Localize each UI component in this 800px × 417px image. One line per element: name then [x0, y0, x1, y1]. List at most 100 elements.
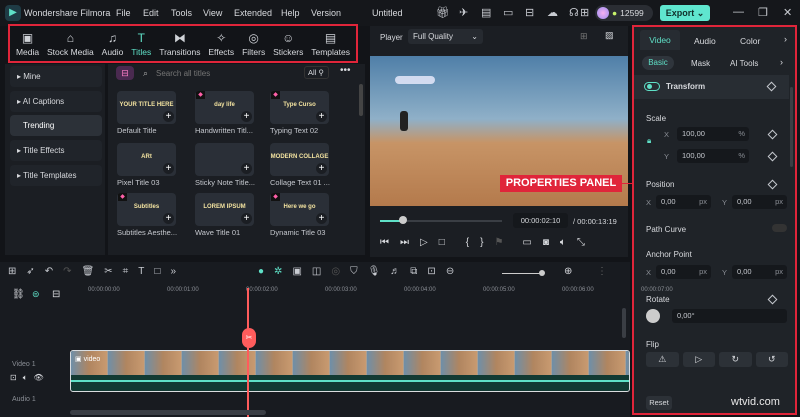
close-icon[interactable]: ✕: [783, 6, 792, 19]
flip-vertical-button[interactable]: ⚠: [646, 352, 679, 367]
track-settings-icon[interactable]: ⋮: [597, 266, 607, 277]
scrollbar[interactable]: [790, 87, 793, 167]
grid-icon[interactable]: ⊞: [580, 31, 588, 42]
shape-icon[interactable]: □: [154, 266, 160, 277]
subtab-mask[interactable]: Mask: [691, 59, 710, 68]
unlink-icon[interactable]: ⛓: [12, 289, 25, 300]
tab-video[interactable]: Video: [640, 30, 680, 50]
anchor-x-field[interactable]: 0,00 px: [656, 265, 711, 279]
display-icon[interactable]: ▭: [522, 237, 531, 248]
tab-titles[interactable]: T Titles: [131, 31, 151, 57]
title-card[interactable]: ◆ day life +: [195, 91, 254, 124]
save-icon[interactable]: ⊟: [525, 6, 534, 19]
add-icon[interactable]: +: [241, 111, 252, 122]
lock-icon[interactable]: ⊡: [10, 373, 17, 383]
video-clip[interactable]: ▣ video: [70, 350, 630, 392]
delete-icon[interactable]: 🗑︎: [82, 266, 95, 277]
credits-badge[interactable]: ● 12599: [595, 5, 653, 21]
tasks-icon[interactable]: ▤: [481, 6, 491, 19]
path-curve-toggle[interactable]: [772, 224, 787, 232]
subtab-basic[interactable]: Basic: [642, 56, 674, 70]
menu-tools[interactable]: Tools: [171, 8, 192, 18]
camera-add-icon[interactable]: ◫: [312, 266, 321, 277]
tab-transitions[interactable]: ⧓ Transitions: [159, 31, 200, 57]
sidebar-item-ai-captions[interactable]: ▸ AI Captions: [10, 91, 102, 112]
scrollbar[interactable]: [359, 84, 363, 116]
ai-assistant-icon[interactable]: ●: [258, 266, 264, 277]
tab-stock-media[interactable]: ⌂ Stock Media: [47, 31, 94, 57]
bug-icon[interactable]: ✲: [274, 266, 282, 277]
tab-effects[interactable]: ✧ Effects: [208, 31, 234, 57]
reset-button[interactable]: Reset: [646, 396, 672, 410]
menu-extended[interactable]: Extended: [234, 8, 272, 18]
title-card[interactable]: ◆ Subtitles +: [117, 193, 176, 226]
auto-reframe-icon[interactable]: ▣: [292, 266, 301, 277]
flip-horizontal-button[interactable]: ▷: [682, 352, 715, 367]
chevron-right-icon[interactable]: ›: [784, 34, 787, 44]
microphone-icon[interactable]: 🎙︎: [368, 266, 381, 277]
fit-icon[interactable]: ⊡: [427, 266, 435, 277]
gift-icon[interactable]: 🎁︎: [436, 6, 450, 19]
anchor-y-field[interactable]: 0,00 px: [732, 265, 787, 279]
crop-icon[interactable]: ⌗: [123, 266, 129, 277]
menu-edit[interactable]: Edit: [143, 8, 159, 18]
title-card[interactable]: ◆ Here we go +: [270, 193, 329, 226]
sidebar-item-mine[interactable]: ▸ Mine: [10, 66, 102, 87]
filter-dropdown[interactable]: All ⚲: [304, 66, 329, 79]
support-icon[interactable]: ☊: [569, 6, 579, 19]
add-icon[interactable]: +: [316, 111, 327, 122]
replace-icon[interactable]: ⧉: [410, 266, 417, 277]
add-icon[interactable]: +: [241, 213, 252, 224]
lock-icon[interactable]: 🔒︎: [647, 136, 651, 146]
feedback-icon[interactable]: ✈: [459, 6, 468, 19]
search-input[interactable]: [156, 66, 296, 80]
rotate-right-button[interactable]: ↻: [719, 352, 752, 367]
menu-file[interactable]: File: [116, 8, 131, 18]
position-x-field[interactable]: 0,00 px: [656, 195, 711, 209]
title-card[interactable]: +: [195, 143, 254, 176]
add-icon[interactable]: +: [316, 163, 327, 174]
sidebar-item-title-effects[interactable]: ▸ Title Effects: [10, 140, 102, 161]
sidebar-item-title-templates[interactable]: ▸ Title Templates: [10, 165, 102, 186]
tab-templates[interactable]: ▤ Templates: [311, 31, 350, 57]
zoom-slider-handle[interactable]: [539, 270, 545, 276]
play-icon[interactable]: ▷: [420, 237, 428, 248]
keyframe-icon[interactable]: [767, 151, 778, 162]
snapshot-icon[interactable]: ◙: [543, 237, 549, 248]
rotate-left-button[interactable]: ↺: [755, 352, 788, 367]
eye-icon[interactable]: 👁︎: [34, 373, 44, 383]
rotate-field[interactable]: 0,00°: [672, 309, 787, 323]
title-card[interactable]: LOREM IPSUM +: [195, 193, 254, 226]
select-icon[interactable]: ➶: [26, 266, 34, 277]
vertical-scrollbar[interactable]: [622, 308, 626, 338]
stop-icon[interactable]: □: [439, 237, 445, 248]
track-manager-icon[interactable]: ⊟: [52, 289, 60, 300]
speaker-icon[interactable]: 🔈︎: [23, 373, 28, 383]
menu-help[interactable]: Help: [281, 8, 300, 18]
redo-icon[interactable]: ↷: [63, 266, 71, 277]
mark-in-icon[interactable]: {: [466, 237, 469, 248]
more-icon[interactable]: •••: [340, 65, 351, 76]
tab-audio[interactable]: Audio: [694, 36, 716, 46]
keyframe-icon[interactable]: [767, 294, 778, 305]
layout-icon[interactable]: ▭: [503, 6, 513, 19]
tab-filters[interactable]: ◎ Filters: [242, 31, 265, 57]
keyframe-icon[interactable]: [766, 81, 777, 92]
cut-icon[interactable]: ✂: [104, 266, 112, 277]
add-icon[interactable]: +: [163, 213, 174, 224]
export-button[interactable]: Export ⌄: [660, 5, 710, 21]
fullscreen-icon[interactable]: ⤡: [577, 237, 585, 248]
shield-icon[interactable]: ⛉: [350, 266, 358, 277]
add-icon[interactable]: +: [163, 111, 174, 122]
image-icon[interactable]: ▨: [605, 30, 614, 41]
zoom-out-icon[interactable]: ⊖: [446, 266, 454, 277]
apps-icon[interactable]: ⊞: [580, 6, 589, 19]
tab-stickers[interactable]: ☺ Stickers: [273, 31, 303, 57]
rotate-dial[interactable]: [646, 309, 660, 323]
prev-frame-icon[interactable]: ⏮: [380, 237, 389, 248]
chevron-right-icon[interactable]: ›: [780, 57, 783, 67]
timeline-ruler[interactable]: 00:00:00:00 00:00:01:00 00:00:02:00 00:00:0…: [70, 285, 673, 301]
tab-audio[interactable]: ♫ Audio: [102, 31, 124, 57]
split-scissors-icon[interactable]: ✂: [242, 328, 256, 348]
keyframe-icon[interactable]: [767, 179, 778, 190]
